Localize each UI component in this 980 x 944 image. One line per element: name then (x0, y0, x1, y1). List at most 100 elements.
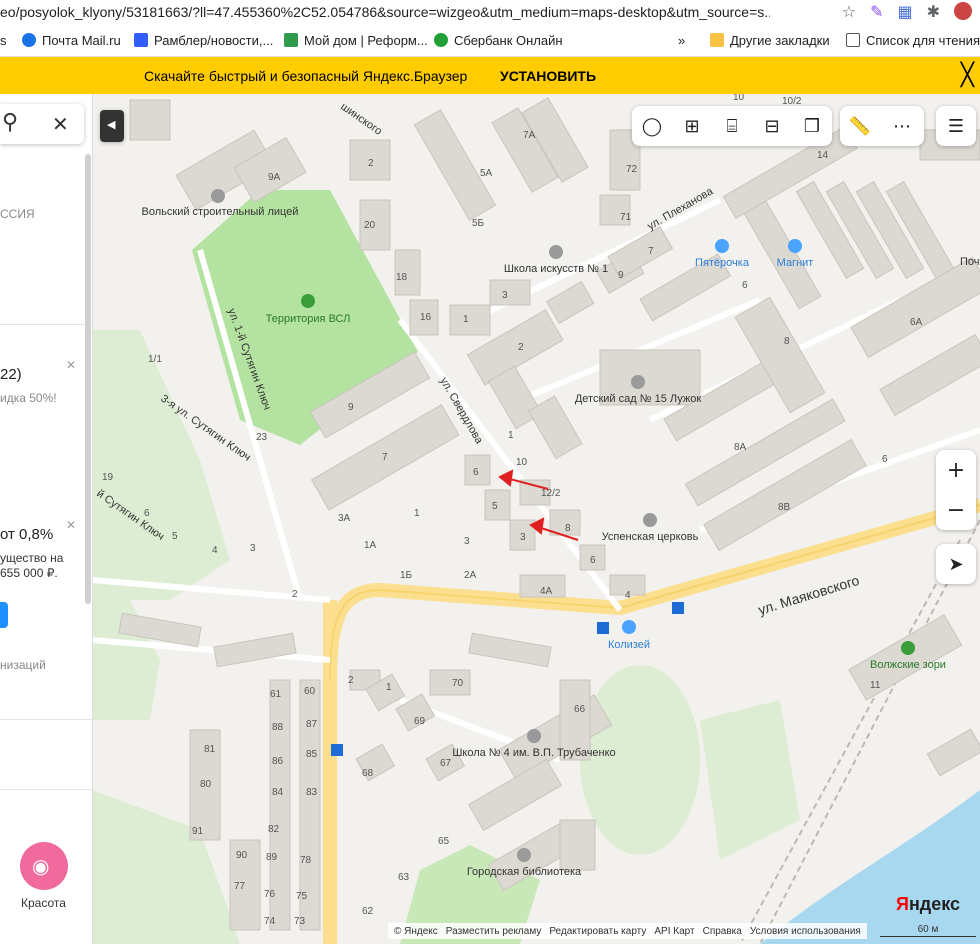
copyright: © Яндекс (394, 925, 438, 937)
bookmark-moydom[interactable]: Мой дом | Реформ... (284, 33, 428, 48)
house-number: 1 (386, 682, 392, 693)
house-number: 85 (306, 749, 318, 760)
house-number: 6 (590, 555, 596, 566)
house-number: 1 (414, 508, 420, 519)
house-number: 5 (172, 531, 178, 542)
house-number: 6 (742, 280, 748, 291)
bookmark-mail[interactable]: Почта Mail.ru (22, 33, 121, 48)
house-number: 1Б (400, 570, 413, 581)
install-button[interactable]: УСТАНОВИТЬ (500, 68, 596, 84)
collapse-sidebar-button[interactable]: ◀ (100, 110, 124, 142)
house-number: 12/2 (541, 488, 561, 499)
reading-list-icon (846, 33, 860, 47)
beauty-category-button[interactable]: ◉ (20, 842, 68, 890)
search-icon[interactable]: ⚲ (2, 110, 18, 135)
bookmarks-bar: s Почта Mail.ru Рамблер/новости,... Мой … (0, 28, 980, 57)
bookmark-sberbank[interactable]: Сбербанк Онлайн (434, 33, 563, 48)
map-svg[interactable]: Вольский строительный лицей Территория В… (92, 94, 980, 944)
extensions-puzzle-icon[interactable]: ✱ (927, 2, 940, 21)
shop-marker (622, 620, 636, 634)
divider (0, 789, 92, 790)
footer-link[interactable]: Условия использования (750, 926, 861, 937)
house-number: 4А (540, 586, 553, 597)
bookmark-star-icon[interactable]: ☆ (842, 2, 856, 21)
poi-label: Детский сад № 15 Лужок (575, 393, 701, 405)
house-number: 7 (382, 452, 388, 463)
transport-layer-icon[interactable]: ⊟ (752, 106, 792, 146)
shop-marker (715, 239, 729, 253)
more-icon[interactable]: ⋯ (882, 106, 922, 146)
church-marker (643, 513, 657, 527)
browser-promo-banner: Скачайте быстрый и безопасный Яндекс.Бра… (0, 57, 980, 94)
pen-extension-icon[interactable]: ✎ (870, 2, 883, 21)
profile-avatar[interactable] (954, 2, 972, 20)
school-marker (549, 245, 563, 259)
house-number: 65 (438, 836, 450, 847)
divider (0, 719, 92, 720)
bus-stop-icon (331, 744, 343, 756)
chevron-left-icon: ◀ (107, 118, 116, 131)
sberbank-icon (434, 33, 448, 47)
map-canvas[interactable]: Вольский строительный лицей Территория В… (92, 94, 980, 944)
hamburger-icon: ☰ (947, 115, 965, 137)
library-marker (517, 848, 531, 862)
house-number: 20 (364, 220, 376, 231)
close-icon[interactable]: ✕ (52, 112, 69, 136)
zoom-out-icon[interactable]: − (936, 490, 976, 530)
apps-grid-icon[interactable]: ▦ (897, 2, 912, 21)
bookmark-other[interactable]: Другие закладки (710, 33, 830, 48)
map-tools-toolbar: 📏 ⋯ (840, 106, 924, 146)
beauty-category-label: Красота (21, 896, 66, 910)
shop-marker (788, 239, 802, 253)
bookmark-item[interactable]: s (0, 33, 7, 48)
card-title[interactable]: 22) (0, 366, 22, 383)
footer-link[interactable]: Справка (703, 926, 742, 937)
house-number: 6А (910, 317, 923, 328)
locate-me-button[interactable]: ➤ (936, 544, 976, 584)
house-number: 1 (508, 430, 514, 441)
footer-link[interactable]: API Карт (654, 926, 694, 937)
house-number: 11 (870, 680, 881, 691)
house-number: 8 (565, 523, 571, 534)
house-number: 8А (734, 442, 747, 453)
house-number: 68 (362, 768, 374, 779)
folder-icon (710, 33, 724, 47)
house-number: 2 (348, 675, 354, 686)
panorama-layer-icon[interactable]: ◯ (632, 106, 672, 146)
map-layer-icon[interactable]: ⊞ (672, 106, 712, 146)
bookmarks-more-button[interactable]: » (678, 33, 685, 48)
mail-icon (22, 33, 36, 47)
house-number: 76 (264, 889, 276, 900)
card-action-button[interactable] (0, 602, 8, 628)
house-number: 23 (256, 432, 268, 443)
house-number: 80 (200, 779, 212, 790)
house-number: 62 (362, 906, 374, 917)
sidebar-scrollbar[interactable] (85, 154, 91, 604)
search-box[interactable]: ⚲ ✕ (0, 104, 84, 144)
address-bar[interactable]: eo/posyolok_klyony/53181663/?ll=47.45536… (0, 0, 980, 29)
camera-layer-icon[interactable]: ⌸ (712, 106, 752, 146)
close-icon[interactable]: ✕ (66, 358, 76, 372)
footer-link[interactable]: Редактировать карту (549, 926, 646, 937)
bookmark-rambler[interactable]: Рамблер/новости,... (134, 33, 273, 48)
house-number: 4 (625, 590, 631, 601)
house-number: 75 (296, 891, 308, 902)
zoom-in-icon[interactable]: + (936, 450, 976, 490)
url-text[interactable]: eo/posyolok_klyony/53181663/?ll=47.45536… (0, 4, 770, 20)
location-arrow-icon: ➤ (948, 553, 964, 575)
house-number: 8В (778, 502, 791, 513)
house-number: 78 (300, 855, 312, 866)
bookmark-reading-list[interactable]: Список для чтения (846, 33, 980, 48)
close-icon[interactable]: ✕ (66, 518, 76, 532)
ruler-icon[interactable]: 📏 (840, 106, 880, 146)
browser-toolbar-icons: ☆ ✎ ▦ ✱ (842, 2, 972, 21)
menu-button[interactable]: ☰ (936, 106, 976, 146)
bus-stop-icon (672, 602, 684, 614)
footer-link[interactable]: Разместить рекламу (446, 926, 542, 937)
house-number: 4 (212, 545, 218, 556)
layers-icon[interactable]: ❐ (792, 106, 832, 146)
card-title[interactable]: от 0,8% (0, 526, 53, 543)
close-icon[interactable]: ╳ (961, 63, 974, 88)
house-number: 2 (518, 342, 524, 353)
house-number: 9А (268, 172, 281, 183)
